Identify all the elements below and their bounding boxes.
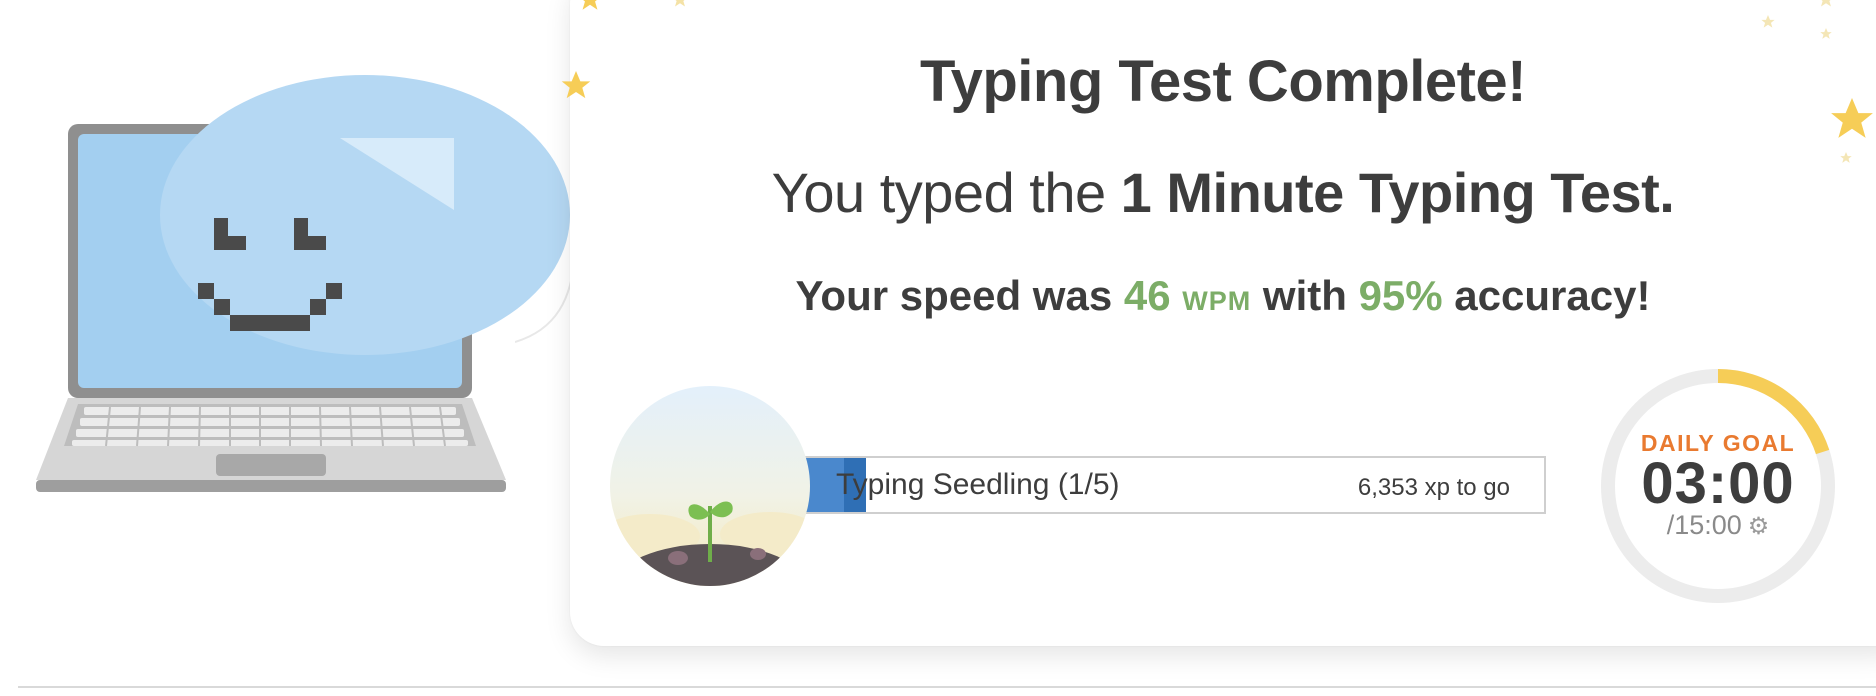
wpm-unit: WPM [1182,286,1252,316]
level-name: Typing Seedling (1/5) [836,468,1120,501]
smiling-laptop-icon [36,75,570,492]
test-name: 1 Minute Typing Test. [1120,161,1675,224]
xp-to-go: 6,353 xp to go [1357,474,1510,501]
laptop-mascot [0,0,580,560]
daily-goal-time: 03:00 [1641,451,1795,516]
speed-summary: Your speed was 46 WPM with 95% accuracy! [570,272,1876,320]
speed-suffix: accuracy! [1442,272,1651,319]
gear-icon[interactable]: ⚙ [1748,513,1770,540]
speed-prefix: Your speed was [795,272,1124,319]
bottom-divider [18,686,1876,688]
level-progress-bar: Typing Seedling (1/5) 6,353 xp to go [796,456,1546,514]
summary-prefix: You typed the [771,161,1121,224]
page-title: Typing Test Complete! [919,49,1527,114]
speed-middle: with [1251,272,1359,319]
daily-goal-total: /15:00 ⚙ [1596,510,1840,541]
test-summary: You typed the 1 Minute Typing Test. [570,160,1876,225]
daily-goal-total-value: /15:00 [1666,510,1742,540]
wpm-value: 46 [1123,272,1171,319]
seedling-badge-icon [610,386,810,586]
accuracy-value: 95% [1358,272,1443,319]
